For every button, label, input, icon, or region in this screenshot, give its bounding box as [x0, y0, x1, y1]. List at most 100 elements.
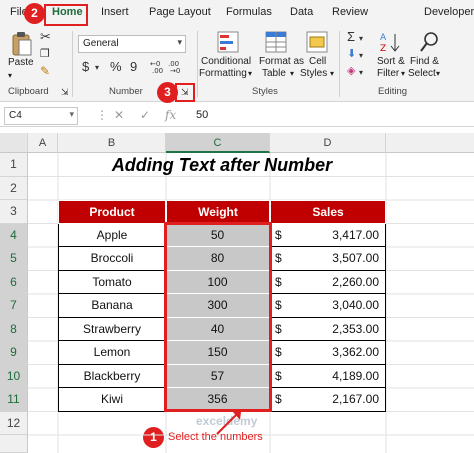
cell-sales[interactable]: $2,167.00 — [270, 388, 386, 412]
format-painter-icon[interactable]: ✎ — [40, 63, 50, 79]
row-header[interactable]: 3 — [0, 200, 28, 224]
accounting-format-button[interactable]: $ — [82, 59, 89, 75]
increase-decimal-icon[interactable]: ←0.00 — [150, 59, 165, 74]
comma-style-button[interactable]: 9 — [130, 59, 137, 75]
chevron-down-icon[interactable]: ▾ — [359, 65, 363, 81]
tab-page-layout[interactable]: Page Layout — [149, 6, 211, 18]
cell-product[interactable]: Broccoli — [58, 247, 166, 271]
tab-insert[interactable]: Insert — [101, 6, 129, 18]
cut-icon[interactable]: ✂ — [40, 29, 51, 45]
cell-weight[interactable]: 356 — [166, 388, 270, 412]
cell-weight[interactable]: 300 — [166, 294, 270, 318]
chevron-down-icon[interactable]: ▾ — [401, 68, 405, 80]
cell-sales[interactable]: $2,260.00 — [270, 270, 386, 294]
cell-product[interactable]: Banana — [58, 294, 166, 318]
enter-icon[interactable]: ✓ — [140, 108, 150, 122]
name-box-value: C4 — [9, 110, 22, 121]
cell-weight[interactable]: 40 — [166, 317, 270, 341]
row-header[interactable]: 6 — [0, 270, 28, 294]
row-header[interactable]: 4 — [0, 223, 28, 247]
styles-group-label: Styles — [252, 86, 278, 97]
chevron-down-icon[interactable]: ▾ — [359, 48, 363, 64]
row-header[interactable]: 8 — [0, 317, 28, 341]
clipboard-launcher-icon[interactable]: ⇲ — [61, 84, 69, 100]
format-as-table-label-2: Table — [262, 68, 286, 79]
row-header[interactable]: 9 — [0, 341, 28, 365]
cell-sales[interactable]: $3,362.00 — [270, 341, 386, 365]
home-tab-highlight — [44, 4, 88, 26]
chevron-down-icon[interactable]: ▾ — [436, 68, 440, 80]
column-header-b[interactable]: B — [58, 133, 166, 153]
row-header[interactable]: 1 — [0, 153, 28, 177]
column-header-c[interactable]: C — [166, 133, 270, 153]
cell-product[interactable]: Lemon — [58, 341, 166, 365]
chevron-down-icon[interactable]: ▾ — [95, 60, 99, 76]
cell-product[interactable]: Tomato — [58, 270, 166, 294]
cell-weight[interactable]: 80 — [166, 247, 270, 271]
row-header[interactable]: 12 — [0, 411, 28, 435]
sort-filter-label-2: Filter — [377, 68, 400, 79]
column-header-empty — [386, 133, 474, 153]
currency-symbol: $ — [275, 251, 282, 265]
tab-formulas[interactable]: Formulas — [226, 6, 272, 18]
row-header[interactable]: 5 — [0, 247, 28, 271]
cell-weight[interactable]: 150 — [166, 341, 270, 365]
autosum-icon[interactable]: Σ — [347, 29, 355, 45]
insert-function-icon[interactable]: fx — [165, 108, 176, 122]
currency-symbol: $ — [275, 321, 282, 336]
find-select-icon[interactable] — [418, 31, 440, 53]
name-box[interactable]: C4 ▾ — [4, 107, 78, 125]
tab-review[interactable]: Review — [332, 6, 368, 18]
column-header-d[interactable]: D — [270, 133, 386, 153]
tab-developer[interactable]: Developer — [424, 6, 474, 18]
cell-weight[interactable]: 100 — [166, 270, 270, 294]
currency-symbol: $ — [275, 227, 282, 242]
chevron-down-icon[interactable]: ▾ — [248, 68, 252, 80]
chevron-down-icon[interactable]: ▾ — [330, 68, 334, 80]
sort-filter-icon[interactable]: AZ — [380, 31, 402, 53]
decrease-decimal-icon[interactable]: .00→0 — [168, 59, 183, 74]
svg-text:→0: →0 — [170, 67, 180, 74]
percent-style-button[interactable]: % — [110, 59, 122, 75]
currency-symbol: $ — [275, 392, 282, 406]
header-product[interactable]: Product — [58, 200, 166, 224]
cell-sales[interactable]: $2,353.00 — [270, 317, 386, 341]
cell-product[interactable]: Strawberry — [58, 317, 166, 341]
cell-styles-label-1: Cell — [309, 56, 327, 67]
launcher-highlight — [175, 83, 195, 102]
row-header[interactable]: 10 — [0, 364, 28, 388]
cell-weight[interactable]: 50 — [166, 223, 270, 247]
sales-amount: 3,040.00 — [332, 298, 379, 312]
cell-sales[interactable]: $4,189.00 — [270, 364, 386, 388]
cell-sales[interactable]: $3,417.00 — [270, 223, 386, 247]
conditional-formatting-icon[interactable] — [217, 31, 239, 53]
row-header[interactable]: 7 — [0, 294, 28, 318]
cell-sales[interactable]: $3,040.00 — [270, 294, 386, 318]
formula-input[interactable]: 50 — [196, 109, 208, 121]
cell-styles-icon[interactable] — [306, 31, 328, 53]
sales-amount: 2,167.00 — [332, 392, 379, 406]
cell-product[interactable]: Apple — [58, 223, 166, 247]
cell-sales[interactable]: $3,507.00 — [270, 247, 386, 271]
cell-weight[interactable]: 57 — [166, 364, 270, 388]
cell-product[interactable]: Blackberry — [58, 364, 166, 388]
column-header-a[interactable]: A — [28, 133, 58, 153]
chevron-down-icon[interactable]: ▾ — [290, 68, 294, 80]
number-format-select[interactable]: General ▾ — [78, 35, 186, 53]
chevron-down-icon[interactable]: ▾ — [359, 31, 363, 47]
paste-dropdown-icon[interactable]: ▾ — [8, 70, 12, 82]
row-header[interactable]: 11 — [0, 388, 28, 412]
fill-icon[interactable]: ⬇ — [347, 46, 356, 62]
paste-icon[interactable] — [10, 31, 34, 57]
select-all-corner[interactable] — [0, 133, 28, 153]
find-select-label-2: Select — [408, 68, 436, 79]
cancel-icon[interactable]: ✕ — [114, 108, 124, 122]
clear-icon[interactable]: ◈ — [347, 63, 355, 79]
copy-icon[interactable]: ❐ — [40, 46, 50, 62]
tab-data[interactable]: Data — [290, 6, 313, 18]
header-weight[interactable]: Weight — [166, 200, 270, 224]
cell-product[interactable]: Kiwi — [58, 388, 166, 412]
header-sales[interactable]: Sales — [270, 200, 386, 224]
row-header[interactable]: 2 — [0, 176, 28, 200]
format-as-table-icon[interactable] — [265, 31, 287, 53]
